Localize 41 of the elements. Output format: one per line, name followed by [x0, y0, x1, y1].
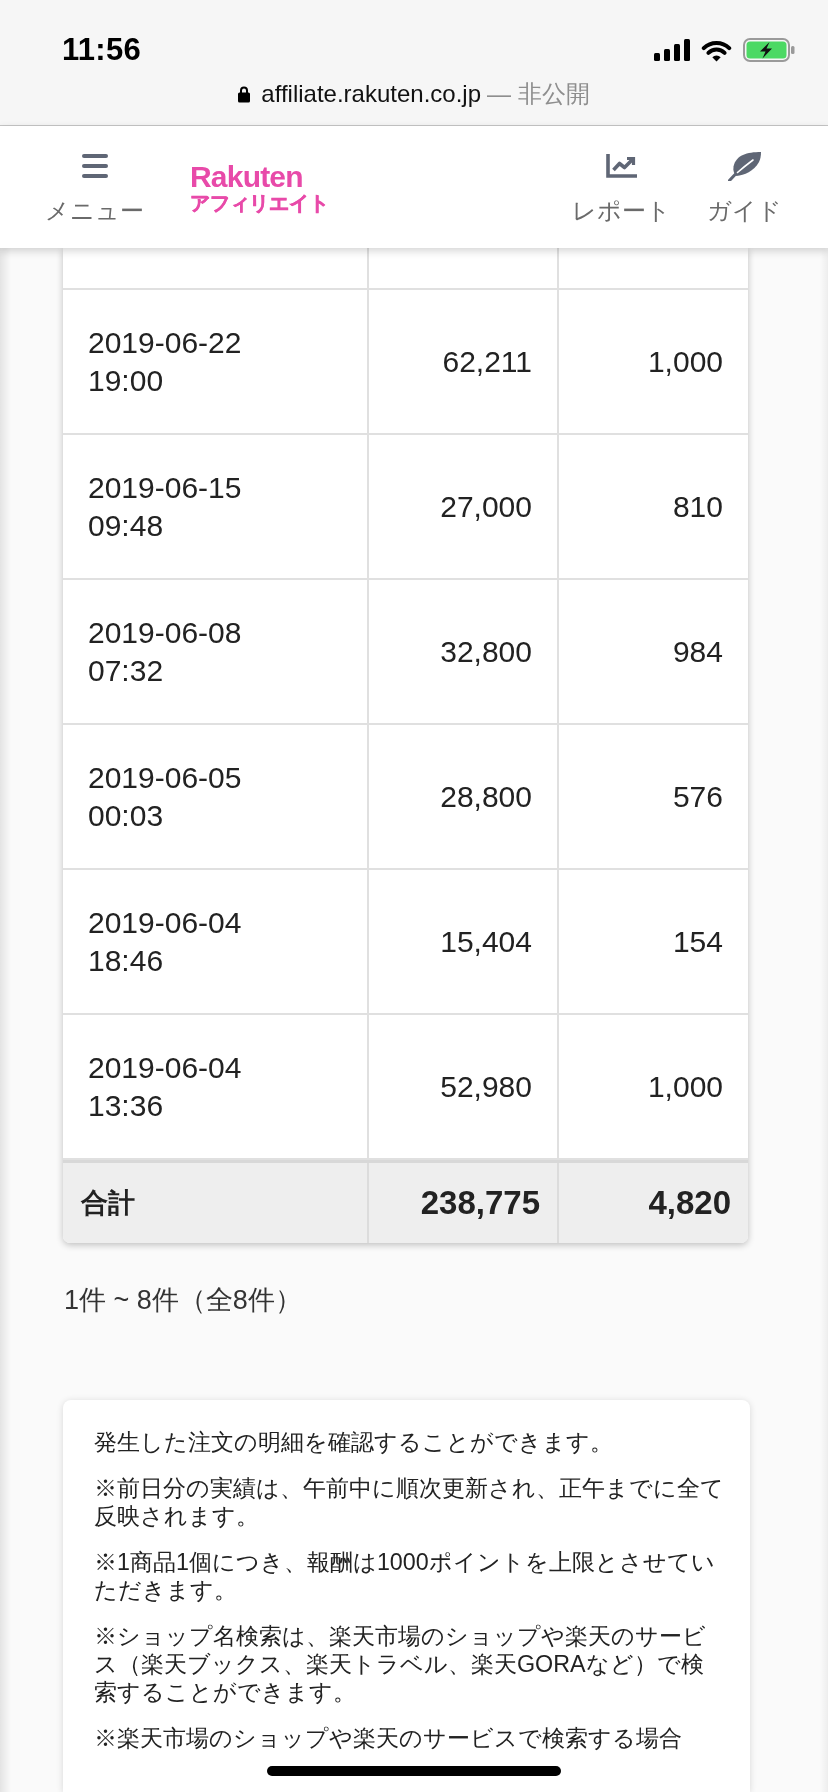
table-cell: 576 — [559, 725, 748, 870]
table-cell: 62,211 — [369, 290, 559, 435]
result-count-text: 1件 ~ 8件（全8件） — [64, 1285, 302, 1315]
table-cell: 238,775 — [369, 1163, 559, 1243]
table-cell: 2019-06-05 00:03 — [63, 725, 369, 870]
table-cell: 2019-06-08 07:32 — [63, 580, 369, 725]
table-cell: 2019-06-22 19:00 — [63, 290, 369, 435]
table-cell: 810 — [559, 435, 748, 580]
wifi-icon — [701, 38, 732, 62]
table-cell: 1,000 — [559, 1015, 748, 1160]
report-button[interactable]: レポート — [572, 126, 671, 248]
note-text: ※楽天市場のショップや楽天のサービスで検索する場合 — [94, 1724, 683, 1752]
note-text: 発生した注文の明細を確認することができます。 — [94, 1428, 614, 1456]
status-time: 11:56 — [62, 31, 142, 69]
privacy-label: — 非公開 — [487, 79, 590, 109]
table-cell: 2019-06-04 13:36 — [63, 1015, 369, 1160]
url-text: affiliate.rakuten.co.jp — [261, 79, 481, 109]
table-cell: 154 — [559, 870, 748, 1015]
table-cell: 4,820 — [559, 1163, 748, 1243]
lock-icon — [238, 85, 251, 103]
table-cell: 2019-06-15 09:48 — [63, 435, 369, 580]
table-cell: 1,000 — [559, 290, 748, 435]
leaf-icon[interactable] — [727, 151, 762, 181]
table-cell: 15,404 — [369, 870, 559, 1015]
menu-icon[interactable] — [81, 154, 108, 178]
menu-button[interactable]: メニュー — [45, 126, 144, 248]
battery-charging-icon — [743, 38, 795, 62]
line-chart-icon[interactable] — [605, 154, 638, 178]
table-cell: 984 — [559, 580, 748, 725]
table-cell: 合計 — [63, 1163, 369, 1243]
table-cell: 28,800 — [369, 725, 559, 870]
table-cell: 32,800 — [369, 580, 559, 725]
note-text: ※ショップ名検索は、楽天市場のショップや楽天のサービス（楽天ブックス、楽天トラベル、楽天GORAなど）で検索することができます。 — [94, 1622, 707, 1706]
note-text: ※前日分の実績は、午前中に順次更新され、正午までに全て反映されます。 — [94, 1474, 725, 1530]
guide-button[interactable]: ガイド — [707, 126, 782, 248]
signal-icon — [654, 39, 690, 61]
table-cell: 27,000 — [369, 435, 559, 580]
note-text: ※1商品1個につき、報酬は1000ポイントを上限とさせていただきます。 — [94, 1548, 716, 1604]
logo[interactable]: Rakuten アフィリエイト — [190, 163, 329, 217]
table-cell: 52,980 — [369, 1015, 559, 1160]
table-cell: 2019-06-04 18:46 — [63, 870, 369, 1015]
